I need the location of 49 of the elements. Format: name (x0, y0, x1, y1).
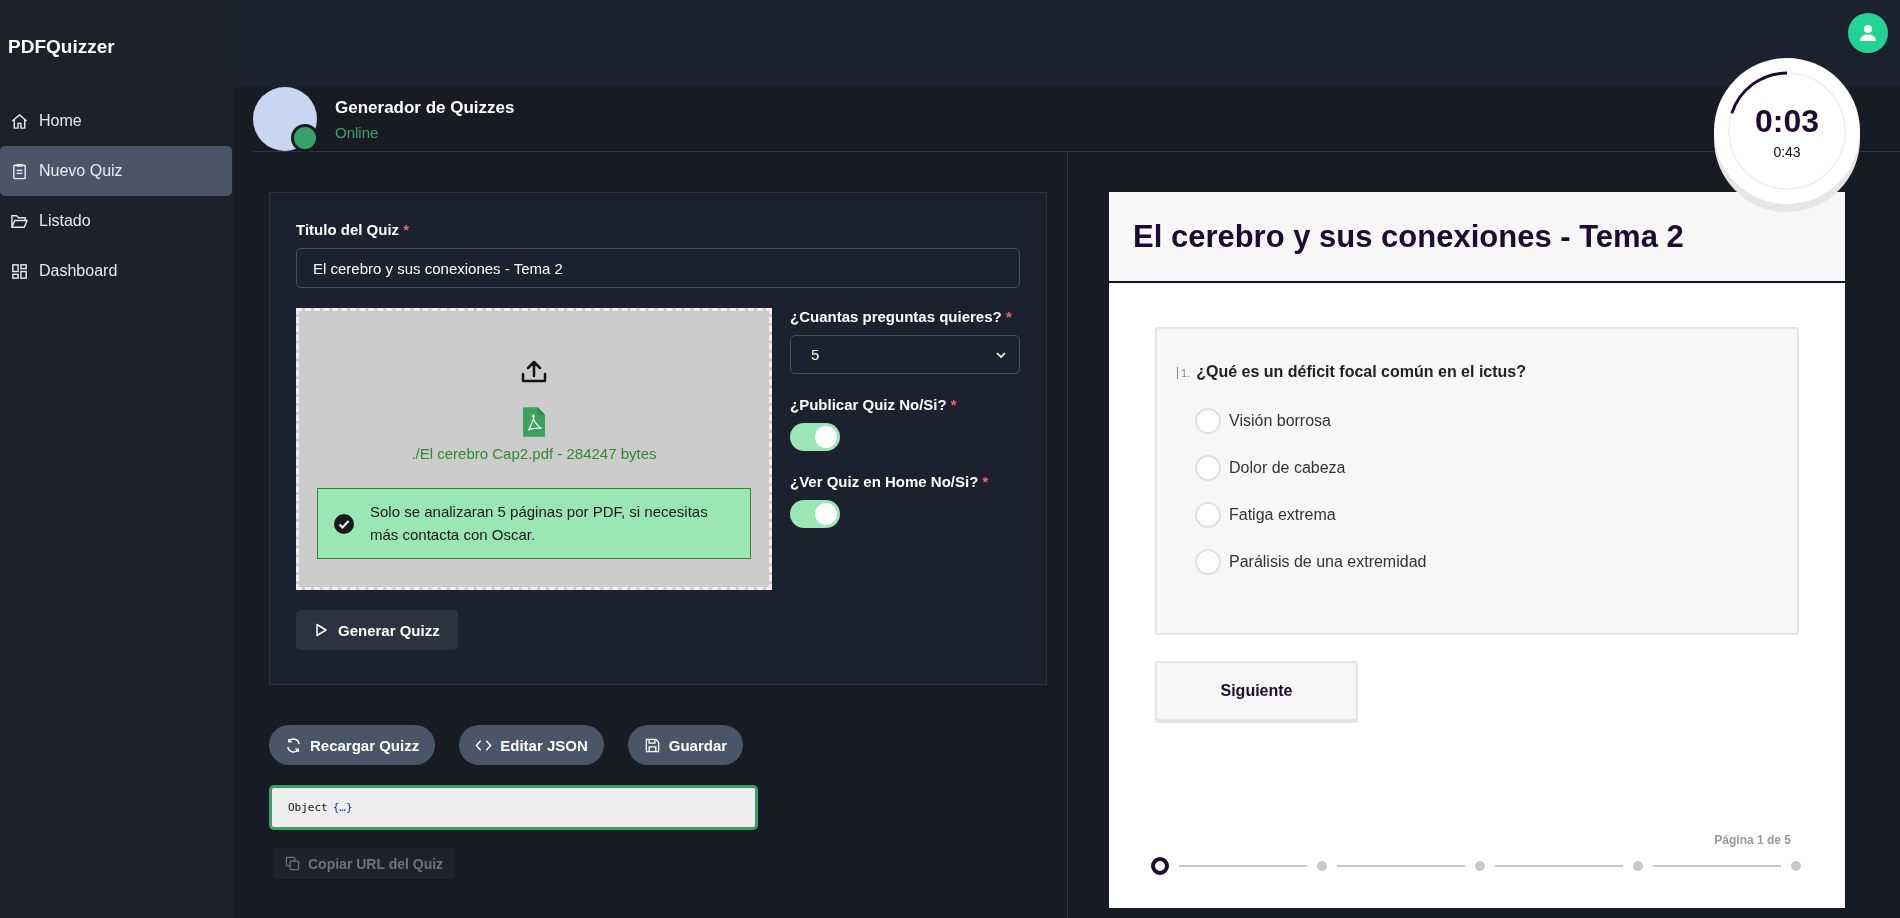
header-title: Generador de Quizzes (335, 97, 515, 118)
pdf-file-icon (523, 407, 545, 437)
upload-dropzone[interactable]: ./El cerebro Cap2.pdf - 284247 bytes Solo se analizaran 5 páginas por PDF, si necesitas más contacta con Oscar. (296, 308, 772, 590)
copy-icon (285, 856, 300, 871)
answer-option[interactable]: Dolor de cabeza (1177, 444, 1777, 491)
action-button[interactable]: Recargar Quizz (269, 725, 436, 765)
question-text: ¿Qué es un déficit focal común en el ictus? (1196, 363, 1527, 381)
sidebar-item[interactable]: Dashboard (0, 246, 233, 296)
quiz-title: El cerebro y sus conexiones - Tema 2 (1133, 218, 1684, 255)
dashboard-icon (10, 261, 29, 281)
toggle-switch[interactable] (790, 500, 840, 528)
user-avatar-icon[interactable] (1848, 13, 1888, 53)
question-count-select[interactable]: 5 (790, 335, 1020, 374)
generate-button[interactable]: Generar Quizz (296, 610, 458, 650)
check-circle-icon (334, 513, 354, 534)
home-icon (10, 111, 29, 131)
toggle-switch[interactable] (790, 423, 840, 451)
title-input-field[interactable]: El cerebro y sus conexiones - Tema 2 (296, 248, 1020, 288)
page-indicator: Página 1 de 5 (1714, 833, 1791, 847)
sidebar-item[interactable]: Listado (0, 196, 233, 246)
field-label: Titulo del Quiz * (296, 221, 411, 238)
clipboard-icon (10, 161, 29, 181)
field-label: ¿Ver Quiz en Home No/Si? * (790, 473, 989, 490)
answer-option[interactable]: Fatiga extrema (1177, 491, 1777, 538)
question-number: 1. (1177, 367, 1191, 379)
status-text: Online (335, 123, 380, 141)
answer-option[interactable]: Visión borrosa (1177, 397, 1777, 444)
next-button[interactable]: Siguiente (1155, 661, 1358, 723)
answer-option[interactable]: Parálisis de una extremidad (1177, 538, 1777, 585)
refresh-icon (285, 736, 302, 754)
json-viewer[interactable]: Object {…} (269, 785, 758, 830)
radio-button[interactable] (1195, 501, 1221, 528)
action-button[interactable]: Editar JSON (459, 725, 604, 765)
radio-button[interactable] (1195, 548, 1221, 575)
timer-elapsed: 0:03 (1754, 102, 1819, 140)
file-name-text: ./El cerebro Cap2.pdf - 284247 bytes (411, 445, 657, 462)
save-icon (643, 736, 661, 754)
sidebar-item[interactable]: Home (0, 96, 233, 146)
app-brand: PDFQuizzer (7, 35, 116, 59)
radio-button[interactable] (1195, 407, 1221, 434)
field-label: ¿Cuantas preguntas quieres? * (790, 308, 1012, 325)
action-button[interactable]: Guardar (627, 725, 744, 765)
field-label: ¿Publicar Quiz No/Si? * (790, 396, 957, 413)
radio-button[interactable] (1195, 454, 1221, 481)
online-status-icon (291, 124, 319, 152)
timer-total: 0:43 (1773, 143, 1801, 160)
play-icon (314, 623, 328, 637)
notice-text: Solo se analizaran 5 páginas por PDF, si necesitas más contacta con Oscar. (370, 502, 709, 545)
sidebar-item[interactable]: Nuevo Quiz (0, 146, 232, 196)
